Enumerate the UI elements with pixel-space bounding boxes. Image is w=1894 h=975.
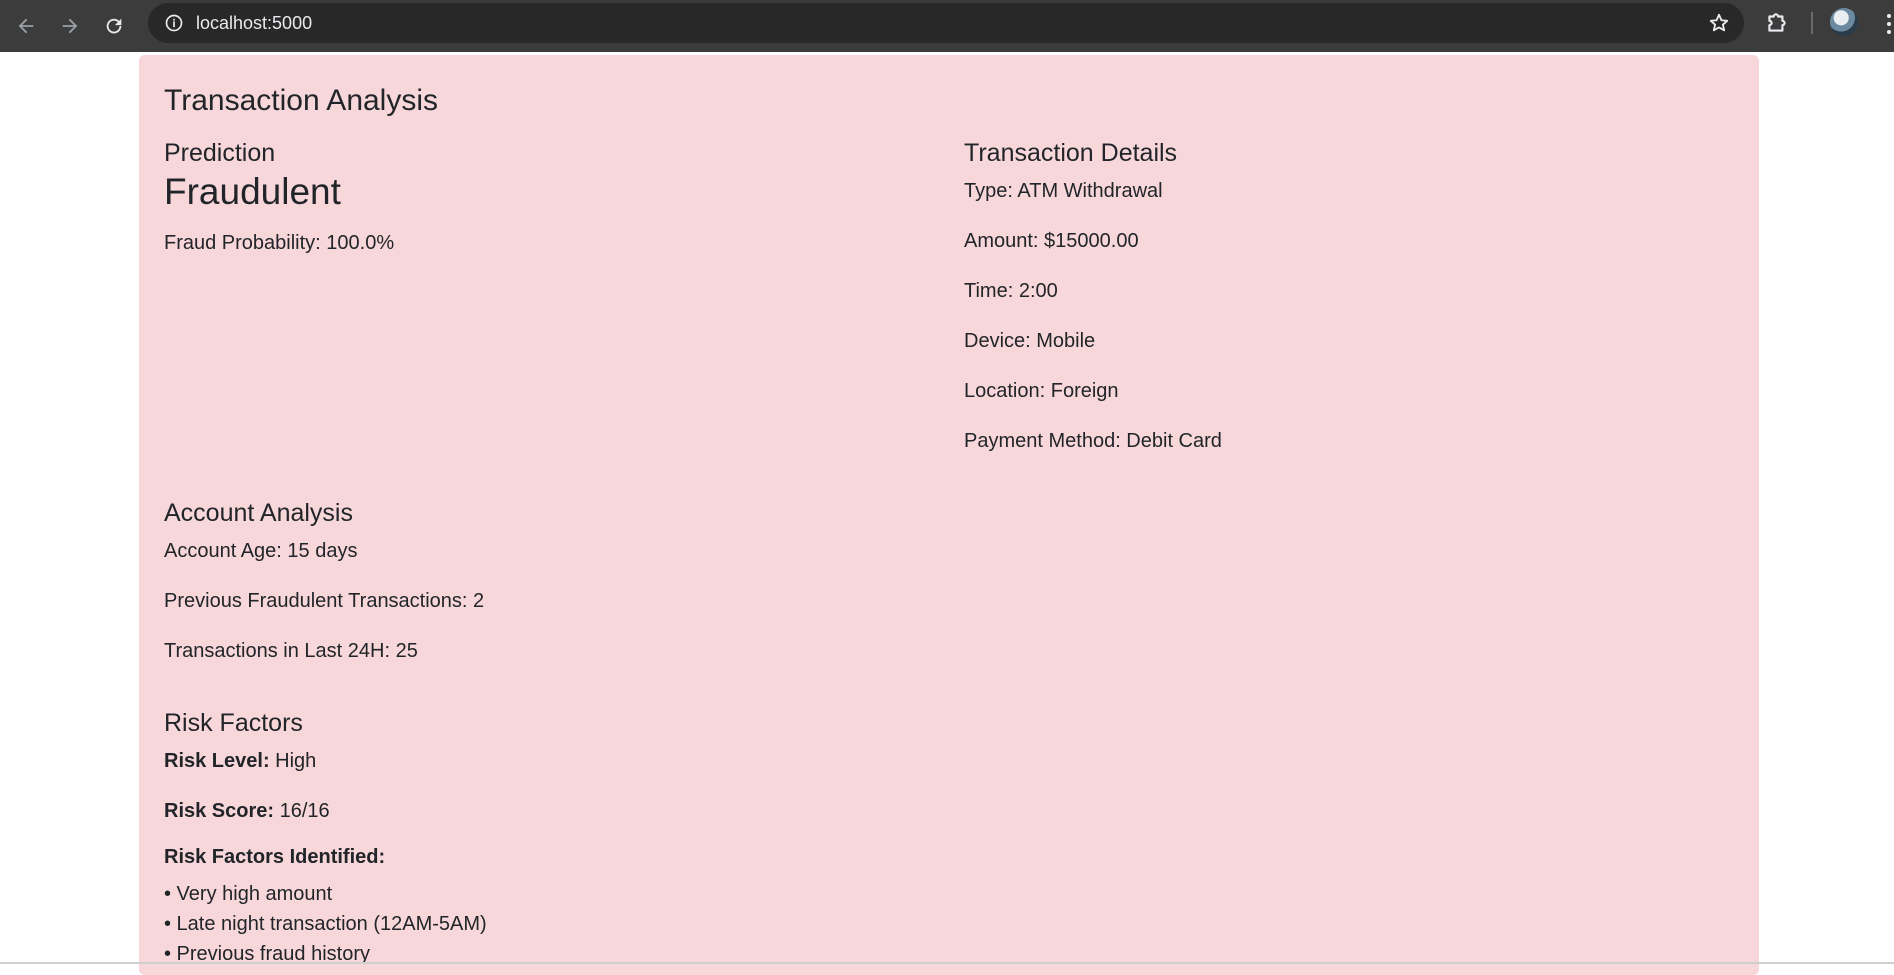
risk-heading: Risk Factors xyxy=(164,709,303,737)
prediction-section: Prediction Fraudulent Fraud Probability:… xyxy=(164,138,944,258)
analysis-card: Transaction Analysis Prediction Fraudule… xyxy=(139,55,1759,975)
previous-fraud-count: Previous Fraudulent Transactions: 2 xyxy=(164,590,485,612)
details-heading: Transaction Details xyxy=(964,139,1178,167)
risk-level: Risk Level: High xyxy=(164,746,487,776)
risk-factors-identified-label: Risk Factors Identified: xyxy=(164,846,386,868)
transactions-24h: Transactions in Last 24H: 25 xyxy=(164,640,418,662)
risk-score: Risk Score: 16/16 xyxy=(164,796,487,826)
risk-score-value: 16/16 xyxy=(274,800,330,822)
more-menu-icon[interactable] xyxy=(1884,12,1894,36)
reload-icon xyxy=(106,18,122,34)
page-title: Transaction Analysis xyxy=(164,84,439,117)
back-button[interactable] xyxy=(4,4,48,48)
arrow-right-icon xyxy=(62,18,78,34)
browser-toolbar: localhost:5000 xyxy=(0,0,1894,52)
risk-factor-item: • Late night transaction (12AM-5AM) xyxy=(164,913,487,935)
account-age: Account Age: 15 days xyxy=(164,540,358,562)
risk-score-label: Risk Score: xyxy=(164,800,275,822)
address-bar[interactable]: localhost:5000 xyxy=(148,3,1744,43)
forward-button[interactable] xyxy=(48,4,92,48)
prediction-heading: Prediction xyxy=(164,139,276,167)
risk-level-label: Risk Level: xyxy=(164,750,270,772)
detail-payment-method: Payment Method: Debit Card xyxy=(964,430,1222,452)
extensions-icon[interactable] xyxy=(1764,10,1790,36)
url-text[interactable]: localhost:5000 xyxy=(196,13,312,34)
bookmark-star-icon[interactable] xyxy=(1708,12,1730,34)
detail-location: Location: Foreign xyxy=(964,380,1119,402)
transaction-details-section: Transaction Details Type: ATM Withdrawal… xyxy=(964,138,1744,456)
risk-factors-section: Risk Factors Risk Level: High Risk Score… xyxy=(164,708,487,969)
reload-button[interactable] xyxy=(92,4,136,48)
prediction-result: Fraudulent xyxy=(164,171,341,212)
account-analysis-section: Account Analysis Account Age: 15 days Pr… xyxy=(164,498,484,666)
detail-time: Time: 2:00 xyxy=(964,280,1058,302)
risk-factor-item: • Very high amount xyxy=(164,883,333,905)
detail-amount: Amount: $15000.00 xyxy=(964,230,1139,252)
arrow-left-icon xyxy=(18,18,34,34)
risk-factor-item: • Previous fraud history xyxy=(164,943,370,965)
site-info-icon[interactable] xyxy=(154,3,194,43)
detail-type: Type: ATM Withdrawal xyxy=(964,180,1163,202)
risk-level-value: High xyxy=(269,750,317,772)
toolbar-divider xyxy=(1811,12,1813,34)
page-viewport: Transaction Analysis Prediction Fraudule… xyxy=(0,52,1894,975)
account-heading: Account Analysis xyxy=(164,499,353,527)
fraud-probability: Fraud Probability: 100.0% xyxy=(164,232,395,255)
profile-avatar[interactable] xyxy=(1830,8,1858,36)
detail-device: Device: Mobile xyxy=(964,330,1096,352)
